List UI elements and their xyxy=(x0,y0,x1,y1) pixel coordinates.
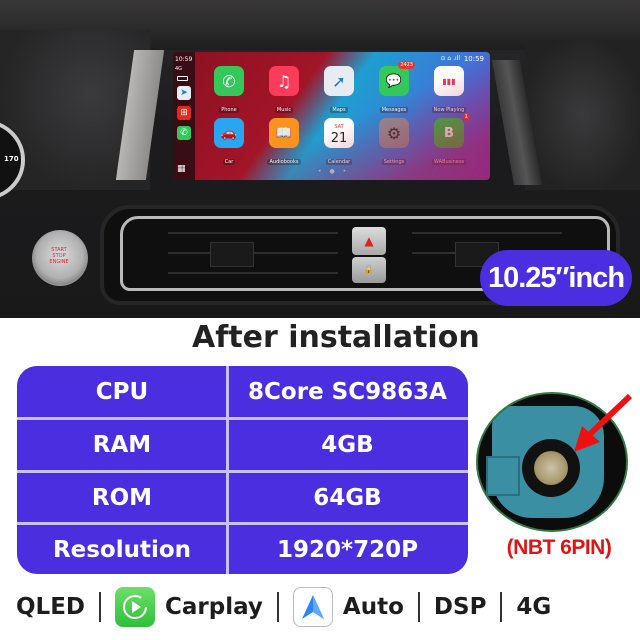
app-now-playing[interactable]: ▮▮▮ Now Playing xyxy=(427,66,471,115)
dashboard-photo: 170 10:59 4G ➤ ⊞ ✆ ▦ ⊙ ⌂ .ıll 10:59 ✆ Ph… xyxy=(0,0,640,318)
app-maps[interactable]: ➚ Maps xyxy=(317,66,361,115)
carplay-dock: 10:59 4G ➤ ⊞ ✆ ▦ xyxy=(173,52,195,180)
start-stop-text: START STOP ENGINE xyxy=(49,247,69,265)
wabusiness-glyph: B xyxy=(444,125,454,141)
app-label: WABusiness xyxy=(431,159,467,165)
spec-key: RAM xyxy=(92,432,152,458)
vent-slat xyxy=(168,232,338,234)
feature-dsp: DSP xyxy=(433,594,487,620)
status-icons: ⊙ ⌂ .ıll xyxy=(440,55,460,62)
vent-slat xyxy=(168,272,338,274)
media-app-icon[interactable]: ⊞ xyxy=(177,106,191,120)
spec-table: CPU 8Core SC9863A RAM 4GB ROM 64GB Resol… xyxy=(17,366,468,574)
android-auto-glyph xyxy=(301,595,324,619)
spec-value: 4GB xyxy=(321,432,374,458)
app-audiobooks[interactable]: 📖 Audiobooks xyxy=(262,118,306,167)
app-label: Audiobooks xyxy=(267,159,301,165)
feature-carplay: Carplay xyxy=(165,594,263,620)
carplay-play-glyph xyxy=(123,595,148,619)
app-label: Messages xyxy=(379,107,409,113)
spec-row-ram: RAM 4GB xyxy=(17,419,468,471)
dock-signal: 4G xyxy=(175,66,183,72)
whatsapp-business-icon: B 1 xyxy=(434,113,470,148)
app-calendar[interactable]: SAT 21 Calendar xyxy=(317,118,361,167)
separator xyxy=(276,592,279,622)
app-music[interactable]: ♫ Music xyxy=(262,66,306,115)
dock-time: 10:59 xyxy=(175,56,193,63)
app-label: Calendar xyxy=(325,159,353,165)
maps-icon: ➚ xyxy=(324,66,354,96)
messages-icon: 💬 2423 xyxy=(379,61,415,96)
battery-icon xyxy=(177,76,188,81)
gauge-value: 170 xyxy=(4,155,19,163)
app-label: Maps xyxy=(330,107,348,113)
page-indicator[interactable]: • ● • xyxy=(318,168,349,175)
now-playing-icon: ▮▮▮ xyxy=(434,66,464,96)
messages-glyph: 💬 xyxy=(385,73,403,89)
car-icon: 🚗 xyxy=(214,118,244,148)
app-messages[interactable]: 💬 2423 Messages xyxy=(372,61,416,115)
vent-slat xyxy=(412,232,562,234)
phone-dock-icon[interactable]: ✆ xyxy=(177,126,191,140)
column-divider xyxy=(226,366,229,574)
lock-button: 🔒 xyxy=(352,257,386,283)
app-settings[interactable]: ⚙ Settings xyxy=(372,118,416,167)
settings-icon: ⚙ xyxy=(379,118,409,148)
audiobooks-icon: 📖 xyxy=(269,118,299,148)
app-car[interactable]: 🚗 Car xyxy=(207,118,251,167)
app-wabusiness[interactable]: B 1 WABusiness xyxy=(427,113,471,167)
app-label: Music xyxy=(274,107,294,113)
music-icon: ♫ xyxy=(269,66,299,96)
hazard-button: ▲ xyxy=(352,227,386,255)
spec-value: 8Core SC9863A xyxy=(248,379,447,405)
dashboard-grid-icon[interactable]: ▦ xyxy=(177,164,186,174)
spec-key: CPU xyxy=(95,379,149,405)
vent-knob xyxy=(210,242,254,267)
app-label: Car xyxy=(222,159,236,165)
navigation-app-icon[interactable]: ➤ xyxy=(177,86,191,100)
carplay-screen: 10:59 4G ➤ ⊞ ✆ ▦ ⊙ ⌂ .ıll 10:59 ✆ Phone … xyxy=(173,52,490,180)
carplay-icon xyxy=(115,587,156,627)
separator xyxy=(500,592,503,622)
calendar-date: 21 xyxy=(330,131,348,146)
android-auto-icon xyxy=(292,587,333,627)
feature-qled: QLED xyxy=(16,594,86,620)
phone-icon: ✆ xyxy=(214,66,244,96)
app-label: Now Playing xyxy=(431,107,467,113)
red-arrow-icon xyxy=(574,393,633,452)
calendar-icon: SAT 21 xyxy=(324,118,354,148)
connector-side-port xyxy=(486,456,520,496)
app-label: Phone xyxy=(219,107,239,113)
separator xyxy=(99,592,102,622)
status-time: 10:59 xyxy=(463,55,484,63)
section-title: After installation xyxy=(192,320,480,355)
feature-auto: Auto xyxy=(342,594,404,620)
product-page: 170 10:59 4G ➤ ⊞ ✆ ▦ ⊙ ⌂ .ıll 10:59 ✆ Ph… xyxy=(0,0,640,640)
wabusiness-badge: 1 xyxy=(462,113,470,121)
spec-value: 1920*720P xyxy=(277,537,418,563)
spec-value: 64GB xyxy=(313,485,382,511)
app-label: Settings xyxy=(381,159,407,165)
app-phone[interactable]: ✆ Phone xyxy=(207,66,251,115)
separator xyxy=(417,592,420,622)
spec-key: ROM xyxy=(91,485,153,511)
dashboard-right-panel xyxy=(525,40,640,190)
spec-row-resolution: Resolution 1920*720P xyxy=(17,524,468,574)
screen-size-badge: 10.25″inch xyxy=(480,250,632,306)
feature-bar: QLED Carplay Auto DSP 4G xyxy=(0,584,640,630)
spec-key: Resolution xyxy=(52,537,192,563)
messages-badge: 2423 xyxy=(398,61,415,69)
feature-4g: 4G xyxy=(516,594,552,620)
spec-row-cpu: CPU 8Core SC9863A xyxy=(17,366,468,418)
connector-label: (NBT 6PIN) xyxy=(506,536,612,559)
spec-row-rom: ROM 64GB xyxy=(17,472,468,524)
